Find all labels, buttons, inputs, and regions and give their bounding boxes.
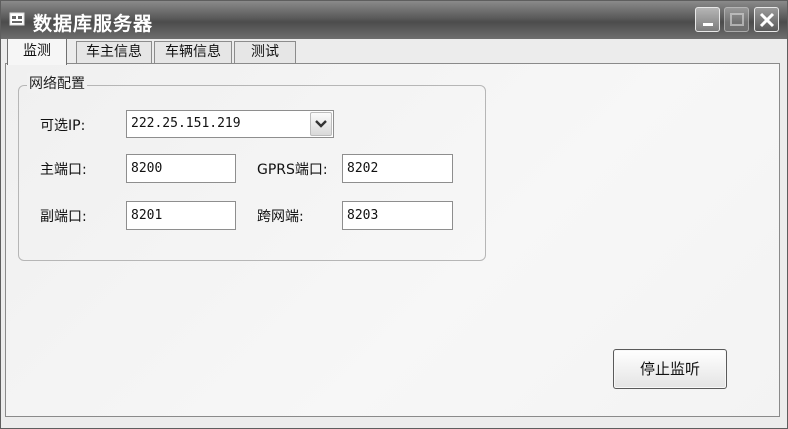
ip-select[interactable]: 222.25.151.219 [126, 110, 334, 138]
maximize-icon [730, 13, 744, 26]
window-app-icon[interactable] [9, 11, 25, 27]
window-title: 数据库服务器 [33, 13, 154, 35]
minimize-icon [703, 23, 713, 26]
tab-monitor[interactable]: 监测 [7, 38, 67, 65]
sub-port-input[interactable]: 8201 [126, 201, 236, 230]
minimize-button[interactable] [695, 7, 720, 32]
dropdown-button[interactable] [310, 112, 332, 136]
maximize-button[interactable] [724, 7, 749, 32]
gprs-port-input[interactable]: 8202 [342, 154, 453, 183]
group-title: 网络配置 [27, 73, 87, 93]
title-bar: 数据库服务器 [1, 1, 787, 39]
tab-label: 车辆信息 [165, 44, 221, 60]
ip-label: 可选IP: [40, 118, 86, 134]
gprs-port-label: GPRS端口: [257, 162, 328, 178]
close-button[interactable] [754, 7, 779, 32]
ip-select-value: 222.25.151.219 [131, 116, 241, 131]
app-window: 数据库服务器 监测 车主信息 车辆信息 测试 网络配置 可选IP: 222.25… [0, 0, 788, 429]
sub-port-label: 副端口: [40, 209, 87, 225]
main-port-label: 主端口: [40, 162, 87, 178]
tab-owner-info[interactable]: 车主信息 [76, 41, 152, 63]
tab-label: 监测 [23, 43, 51, 59]
close-icon [759, 12, 775, 28]
tab-label: 测试 [251, 44, 279, 60]
tab-vehicle-info[interactable]: 车辆信息 [154, 41, 232, 63]
main-port-input[interactable]: 8200 [126, 154, 236, 183]
tab-label: 车主信息 [86, 44, 142, 60]
cross-net-label: 跨网端: [257, 209, 304, 225]
chevron-down-icon [315, 120, 327, 128]
stop-listening-button[interactable]: 停止监听 [613, 349, 727, 389]
cross-net-input[interactable]: 8203 [342, 201, 453, 230]
tab-test[interactable]: 测试 [234, 41, 296, 63]
